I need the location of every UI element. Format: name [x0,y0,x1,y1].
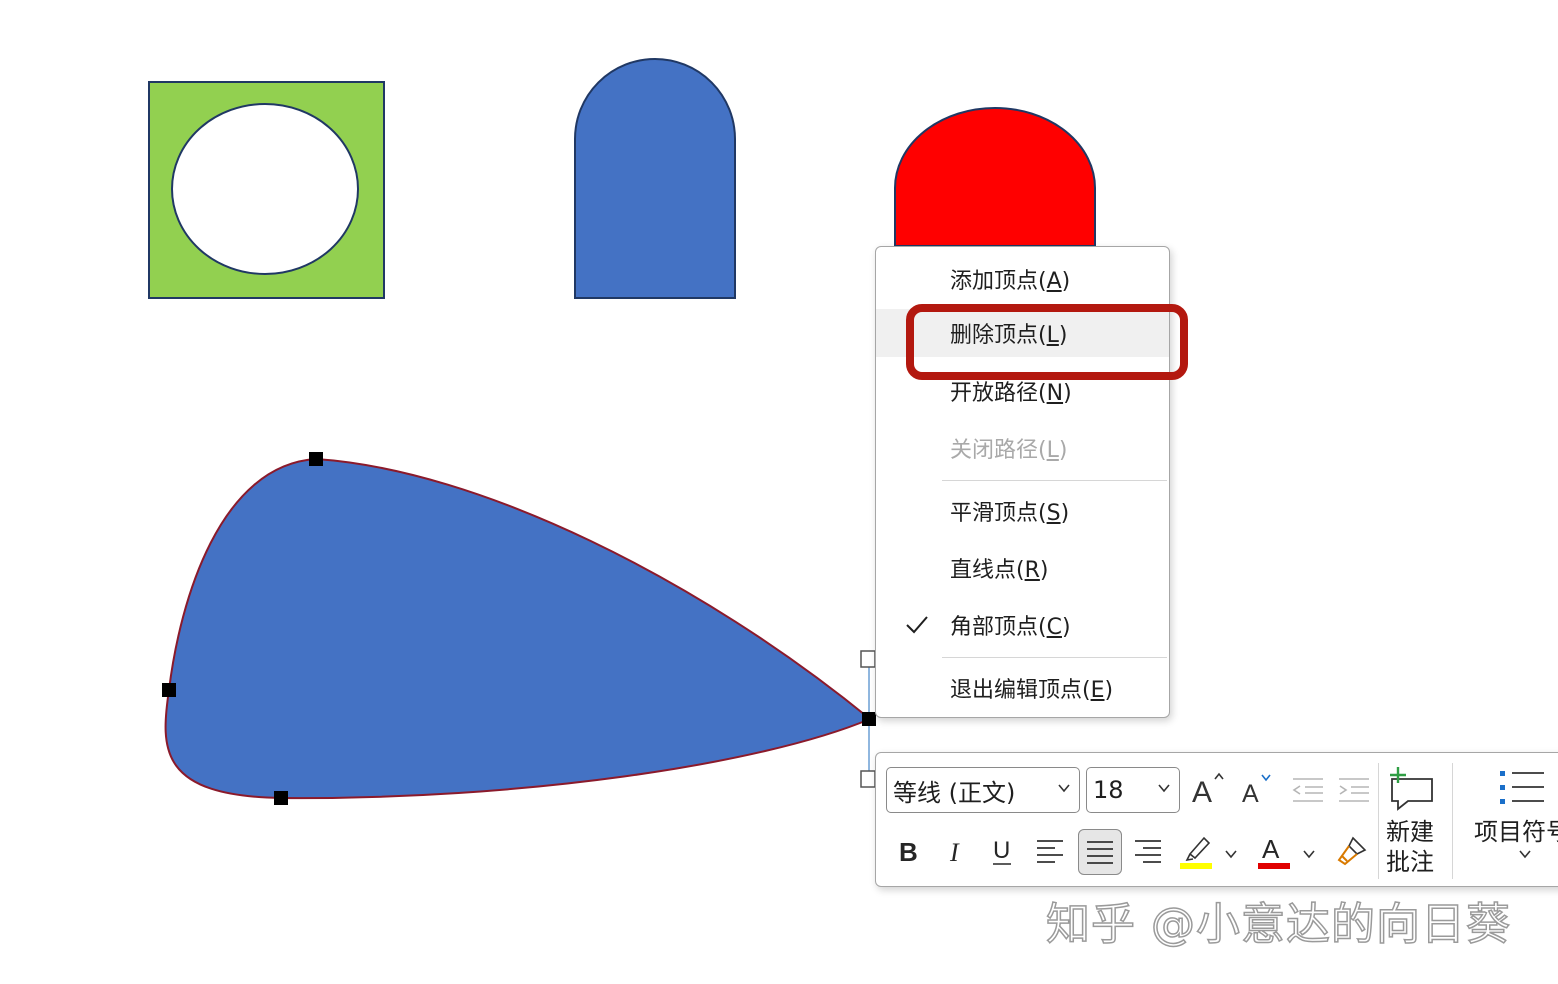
bullets-label: 项目符号 [1474,818,1558,846]
font-size-value: 18 [1093,776,1124,804]
italic-button[interactable]: I [938,829,974,873]
menu-item-label: 添加顶点(A) [950,269,1071,294]
align-right-icon [1135,840,1161,863]
menu-separator [942,480,1167,481]
menu-item-smooth-vertex[interactable]: 平滑顶点(S) [876,487,1169,535]
vertex-handle[interactable] [274,791,288,805]
menu-item-add-vertex[interactable]: 添加顶点(A) [876,255,1169,303]
font-color-button[interactable]: A [1254,829,1294,873]
vertex-context-menu: 添加顶点(A) 删除顶点(L) 开放路径(N) 关闭路径(L) 平滑顶点(S) … [875,246,1170,718]
chevron-down-icon [1303,850,1315,859]
increase-indent-icon [1339,778,1369,802]
grow-font-icon: A [1192,772,1224,809]
svg-text:B: B [899,837,918,866]
svg-text:I: I [949,838,960,866]
highlight-color-button[interactable] [1176,829,1216,873]
watermark-text: 知乎 @小意达的向日葵 [1045,898,1511,951]
svg-text:A: A [1262,834,1280,864]
menu-item-label: 直线点(R) [950,558,1049,583]
font-name-value: 等线 (正文) [893,778,1016,807]
menu-item-corner-vertex[interactable]: 角部顶点(C) [876,601,1169,649]
decrease-indent-icon [1292,778,1323,802]
bullets-button[interactable]: 项目符号 [1468,761,1558,881]
bold-icon: B [899,837,918,866]
bullets-icon [1500,771,1544,804]
bezier-handle-top[interactable] [860,650,876,668]
menu-item-label: 开放路径(N) [950,381,1072,406]
align-left-button[interactable] [1030,829,1070,873]
chevron-down-icon [1519,850,1531,859]
menu-item-label: 关闭路径(L) [950,438,1068,463]
svg-text:A: A [1242,780,1259,808]
shrink-font-icon: A [1242,774,1271,808]
freeform-shape-editing[interactable] [164,457,872,800]
bold-button[interactable]: B [890,829,926,873]
chevron-down-icon [1225,850,1237,859]
font-name-combo[interactable]: 等线 (正文) [886,767,1080,813]
highlighter-icon [1180,836,1212,869]
menu-item-delete-vertex[interactable]: 删除顶点(L) [876,309,1169,357]
font-color-dropdown[interactable] [1296,839,1322,869]
chevron-down-icon [1058,784,1070,793]
red-chord-shape[interactable] [894,107,1096,247]
rounded-top-rectangle-shape[interactable] [574,58,736,299]
mini-format-toolbar: 等线 (正文) 18 A A B I U A 新建 批注 项目符 [875,752,1558,887]
vertex-handle[interactable] [309,452,323,466]
grow-font-button[interactable]: A [1188,767,1228,813]
format-painter-button[interactable] [1332,829,1372,873]
bezier-handle-bottom[interactable] [860,770,876,788]
new-comment-label: 新建 批注 [1386,818,1434,876]
underline-button[interactable]: U [984,829,1020,873]
checkmark-icon [906,616,928,634]
new-comment-button[interactable]: 新建 批注 [1382,761,1438,881]
vertex-handle[interactable] [162,683,176,697]
format-painter-icon [1337,836,1367,866]
increase-indent-button [1334,767,1374,813]
new-comment-icon [1390,767,1433,811]
menu-item-straight-point[interactable]: 直线点(R) [876,544,1169,592]
toolbar-separator [1452,763,1453,879]
svg-text:U: U [993,837,1010,864]
align-center-icon [1087,841,1113,864]
underline-icon: U [993,837,1011,865]
align-left-icon [1037,840,1063,863]
menu-separator [942,657,1167,658]
frame-shape[interactable] [148,81,385,299]
italic-icon: I [949,838,960,866]
toolbar-separator [1378,763,1379,879]
menu-item-label: 角部顶点(C) [950,615,1071,640]
menu-item-exit-edit-vertex[interactable]: 退出编辑顶点(E) [876,664,1169,712]
svg-text:A: A [1192,776,1212,809]
highlight-color-dropdown[interactable] [1218,839,1244,869]
menu-item-open-path[interactable]: 开放路径(N) [876,367,1169,415]
font-color-icon: A [1258,834,1290,869]
chevron-down-icon [1158,784,1170,793]
vertex-handle-selected[interactable] [862,712,876,726]
shrink-font-button[interactable]: A [1238,767,1278,813]
align-center-button[interactable] [1078,829,1122,875]
align-right-button[interactable] [1128,829,1168,873]
font-size-combo[interactable]: 18 [1086,767,1180,813]
menu-item-label: 平滑顶点(S) [950,501,1070,526]
menu-item-label: 退出编辑顶点(E) [950,678,1114,703]
decrease-indent-button [1288,767,1328,813]
menu-item-label: 删除顶点(L) [950,323,1068,348]
menu-item-close-path: 关闭路径(L) [876,424,1169,472]
